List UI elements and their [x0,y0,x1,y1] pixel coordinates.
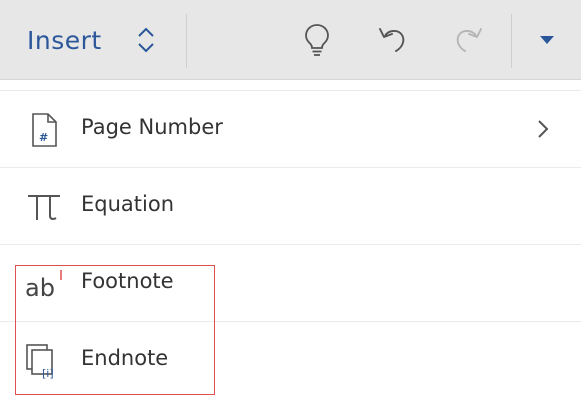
redo-icon [456,28,482,52]
svg-text:[i]: [i] [42,367,54,379]
menu-item-footnote[interactable]: ab Footnote [0,245,581,322]
menu-item-label: Endnote [81,346,169,370]
lightbulb-icon [305,24,329,56]
menu-item-endnote[interactable]: [i] Endnote [0,322,581,399]
tell-me-button[interactable] [297,20,337,60]
up-down-chevron-icon [138,27,154,53]
ribbon-tab-label: Insert [27,25,102,55]
more-options-button[interactable] [512,0,581,80]
ribbon-tab-selector[interactable]: Insert [0,0,186,80]
menu-item-label: Equation [81,192,175,216]
menu-item-label: Footnote [81,269,174,293]
ribbon-toolbar: Insert [0,0,581,80]
footnote-icon: ab [24,264,64,304]
endnote-icon: [i] [24,341,64,381]
undo-button[interactable] [372,20,412,60]
svg-text:ab: ab [25,274,55,300]
svg-text:#: # [39,131,48,144]
menu-item-equation[interactable]: Equation [0,168,581,245]
chevron-right-icon [538,120,549,138]
pi-icon [24,187,64,227]
menu-item-label: Page Number [81,115,223,139]
toolbar-divider [186,14,187,68]
caret-down-icon [539,35,554,44]
redo-button[interactable] [449,20,489,60]
page-number-icon: # [24,110,64,150]
menu-item-page-number[interactable]: # Page Number [0,91,581,168]
undo-icon [379,28,405,52]
insert-menu-list: # Page Number Equation ab Footnote [i] E… [0,91,581,399]
